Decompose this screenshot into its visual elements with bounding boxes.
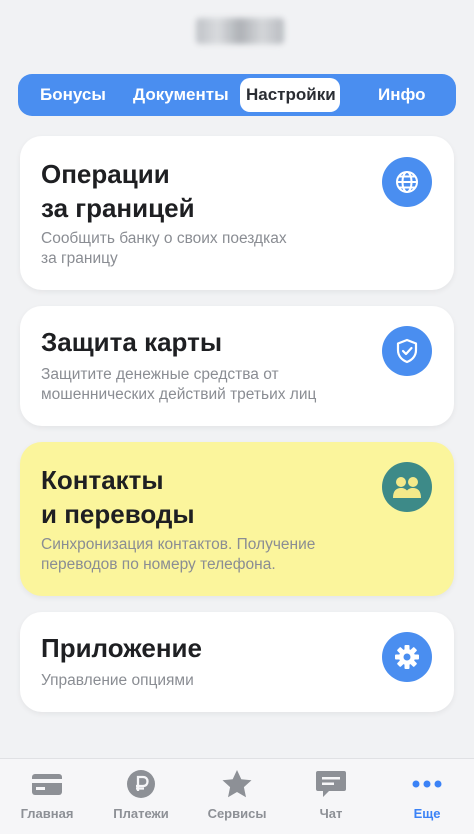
tabbar-item-services[interactable]: Сервисы xyxy=(190,759,284,834)
card-description: Сообщить банку о своих поездках xyxy=(41,230,287,247)
tabbar-item-more[interactable]: Еще xyxy=(380,759,474,834)
card-icon xyxy=(32,774,62,795)
tab-settings[interactable]: Настройки xyxy=(240,78,340,112)
tabbar-item-payments[interactable]: Платежи xyxy=(94,759,188,834)
card-description: переводов по номеру телефона. xyxy=(41,556,276,573)
card-description: мошеннических действий третьих лиц xyxy=(41,386,317,403)
tab-bonuses[interactable]: Бонусы xyxy=(40,74,106,116)
tabbar-label: Платежи xyxy=(113,806,169,821)
card-description: за границу xyxy=(41,250,118,267)
blurred-title xyxy=(196,18,284,44)
tabbar-label: Чат xyxy=(319,806,343,821)
card-title: Операции xyxy=(41,159,170,189)
shield-check-icon xyxy=(382,326,432,376)
bottom-tab-bar: Главная Платежи Сервисы Чат Еще xyxy=(0,758,474,834)
card-title: за границей xyxy=(41,193,195,223)
tabbar-item-chat[interactable]: Чат xyxy=(284,759,378,834)
header xyxy=(0,0,474,68)
ruble-icon xyxy=(127,770,155,798)
tab-info[interactable]: Инфо xyxy=(378,74,426,116)
card-operations-abroad[interactable]: Операции за границей Сообщить банку о св… xyxy=(20,136,454,290)
card-title: и переводы xyxy=(41,499,195,529)
tabbar-item-home[interactable]: Главная xyxy=(0,759,94,834)
tabbar-label: Еще xyxy=(413,806,441,821)
contacts-icon xyxy=(382,462,432,512)
more-dots-icon xyxy=(412,780,442,788)
card-description: Синхронизация контактов. Получение xyxy=(41,536,316,553)
gear-icon xyxy=(382,632,432,682)
card-contacts-transfers[interactable]: Контакты и переводы Синхронизация контак… xyxy=(20,442,454,596)
segment-tabs: Бонусы Документы Настройки Инфо xyxy=(18,74,456,116)
card-description: Защитите денежные средства от xyxy=(41,366,279,383)
globe-icon xyxy=(382,157,432,207)
tab-documents[interactable]: Документы xyxy=(133,74,229,116)
card-title: Приложение xyxy=(41,633,202,663)
star-icon xyxy=(222,770,252,798)
card-title: Защита карты xyxy=(41,327,223,357)
card-description: Управление опциями xyxy=(41,672,194,689)
card-app-settings[interactable]: Приложение Управление опциями xyxy=(20,612,454,712)
tabbar-label: Главная xyxy=(20,806,74,821)
tabbar-label: Сервисы xyxy=(207,806,267,821)
card-card-protection[interactable]: Защита карты Защитите денежные средства … xyxy=(20,306,454,426)
chat-icon xyxy=(316,771,346,797)
card-title: Контакты xyxy=(41,465,164,495)
